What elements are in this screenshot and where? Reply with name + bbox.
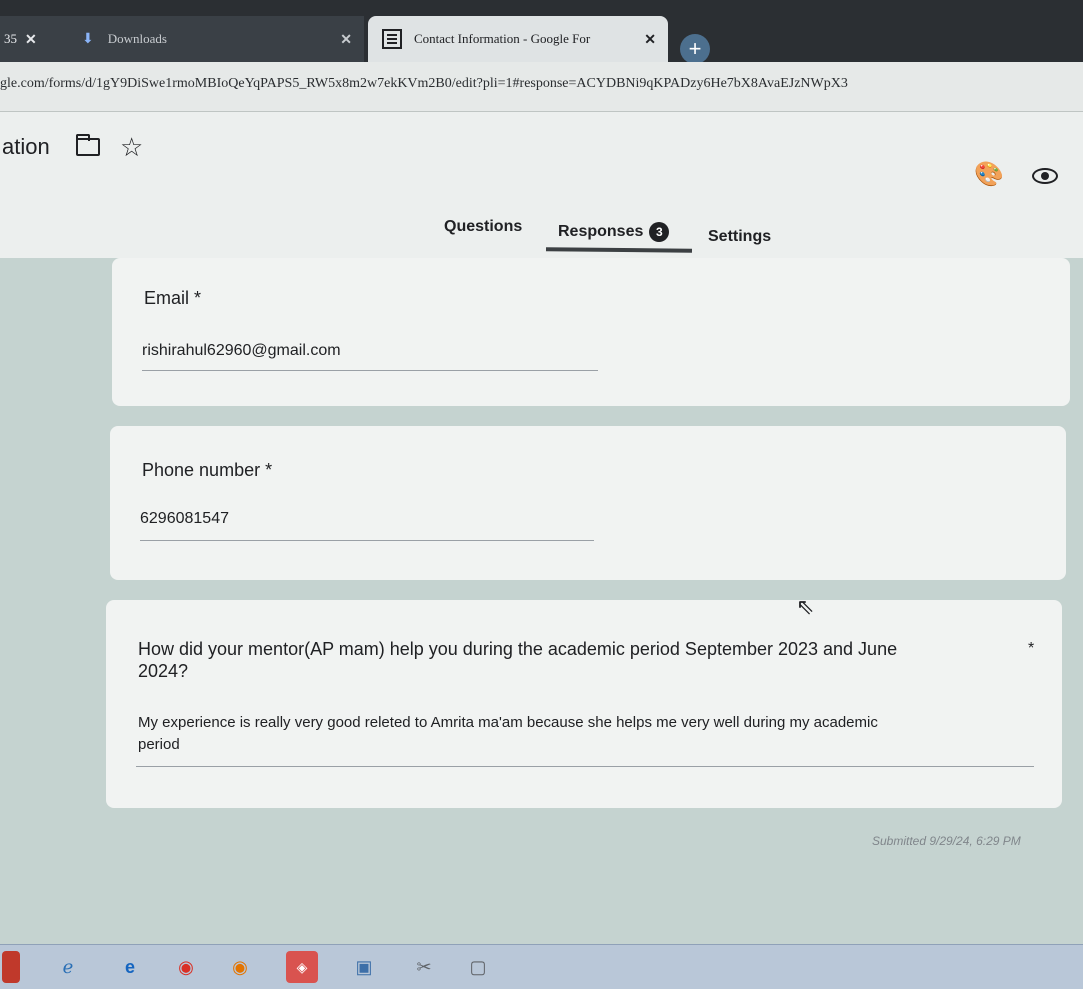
answer-underline	[140, 540, 594, 541]
response-card-mentor: How did your mentor(AP mam) help you dur…	[106, 600, 1062, 808]
address-bar[interactable]: gle.com/forms/d/1gY9DiSwe1rmoMBIoQeYqPAP…	[0, 62, 1083, 112]
browser-tab[interactable]: 35 ✕	[0, 16, 72, 62]
answer-underline	[136, 766, 1034, 767]
internet-explorer-icon[interactable]: ℯ	[52, 951, 84, 983]
answer-text: 6296081547	[140, 510, 229, 527]
submitted-timestamp: Submitted 9/29/24, 6:29 PM	[872, 834, 1021, 848]
star-icon[interactable]: ☆	[120, 132, 143, 163]
window-app-icon[interactable]: ▢	[462, 951, 494, 983]
answer-text: rishirahul62960@gmail.com	[142, 342, 341, 359]
url-text[interactable]: gle.com/forms/d/1gY9DiSwe1rmoMBIoQeYqPAP…	[0, 76, 1083, 92]
palette-icon[interactable]: 🎨	[974, 160, 1004, 189]
close-tab-icon[interactable]: ✕	[340, 31, 352, 48]
responses-count-badge: 3	[649, 222, 670, 242]
tab-label: Contact Information - Google For	[414, 31, 591, 46]
responses-area[interactable]: Email * rishirahul62960@gmail.com Phone …	[0, 258, 1083, 944]
question-label: Phone number *	[142, 460, 273, 480]
chrome-icon[interactable]: ◉	[170, 951, 202, 983]
tab-questions[interactable]: Questions	[444, 218, 522, 236]
google-forms-icon	[382, 29, 402, 49]
tab-responses[interactable]: Responses 3	[558, 222, 670, 242]
edge-icon[interactable]: e	[114, 951, 146, 983]
forms-header: ation ☆ 🎨 Questions Responses 3 Settings	[0, 112, 1083, 258]
browser-tab-bar: 35 ✕ ⬇ Downloads ✕ Contact Information -…	[0, 0, 1083, 64]
close-tab-icon[interactable]: ✕	[644, 31, 656, 48]
download-icon: ⬇	[82, 31, 94, 47]
close-tab-icon[interactable]: ✕	[25, 31, 37, 48]
mouse-cursor-icon: ⇖	[796, 594, 815, 619]
tab-settings[interactable]: Settings	[708, 228, 771, 246]
tab-label: 35	[4, 31, 17, 46]
snipping-tool-icon[interactable]: ✂	[408, 951, 440, 983]
display-app-icon[interactable]: ▣	[348, 951, 380, 983]
tab-responses-label: Responses	[558, 223, 644, 240]
folder-icon[interactable]	[76, 134, 100, 156]
eye-icon[interactable]	[1032, 168, 1058, 184]
chrome-icon[interactable]: ◉	[224, 951, 256, 983]
browser-tab-active[interactable]: Contact Information - Google For ✕	[368, 16, 668, 62]
question-label: How did your mentor(AP mam) help you dur…	[138, 639, 898, 681]
response-card-email: Email * rishirahul62960@gmail.com	[112, 258, 1070, 406]
tab-label: Downloads	[107, 31, 167, 46]
form-tabs: Questions Responses 3 Settings	[0, 218, 1083, 258]
new-tab-button[interactable]: +	[680, 34, 710, 64]
question-label: Email *	[144, 288, 202, 308]
answer-text: My experience is really very good relete…	[138, 714, 878, 753]
response-card-phone: Phone number * 6296081547	[110, 426, 1066, 580]
required-star: *	[1028, 640, 1035, 657]
form-title[interactable]: ation	[2, 134, 50, 160]
browser-tab-downloads[interactable]: ⬇ Downloads ✕	[72, 16, 364, 62]
media-app-icon[interactable]: ◈	[286, 951, 318, 983]
answer-underline	[142, 370, 598, 371]
start-button-icon[interactable]	[2, 951, 20, 983]
os-taskbar: ℯ e ◉ ◉ ◈ ▣ ✂ ▢	[0, 944, 1083, 989]
